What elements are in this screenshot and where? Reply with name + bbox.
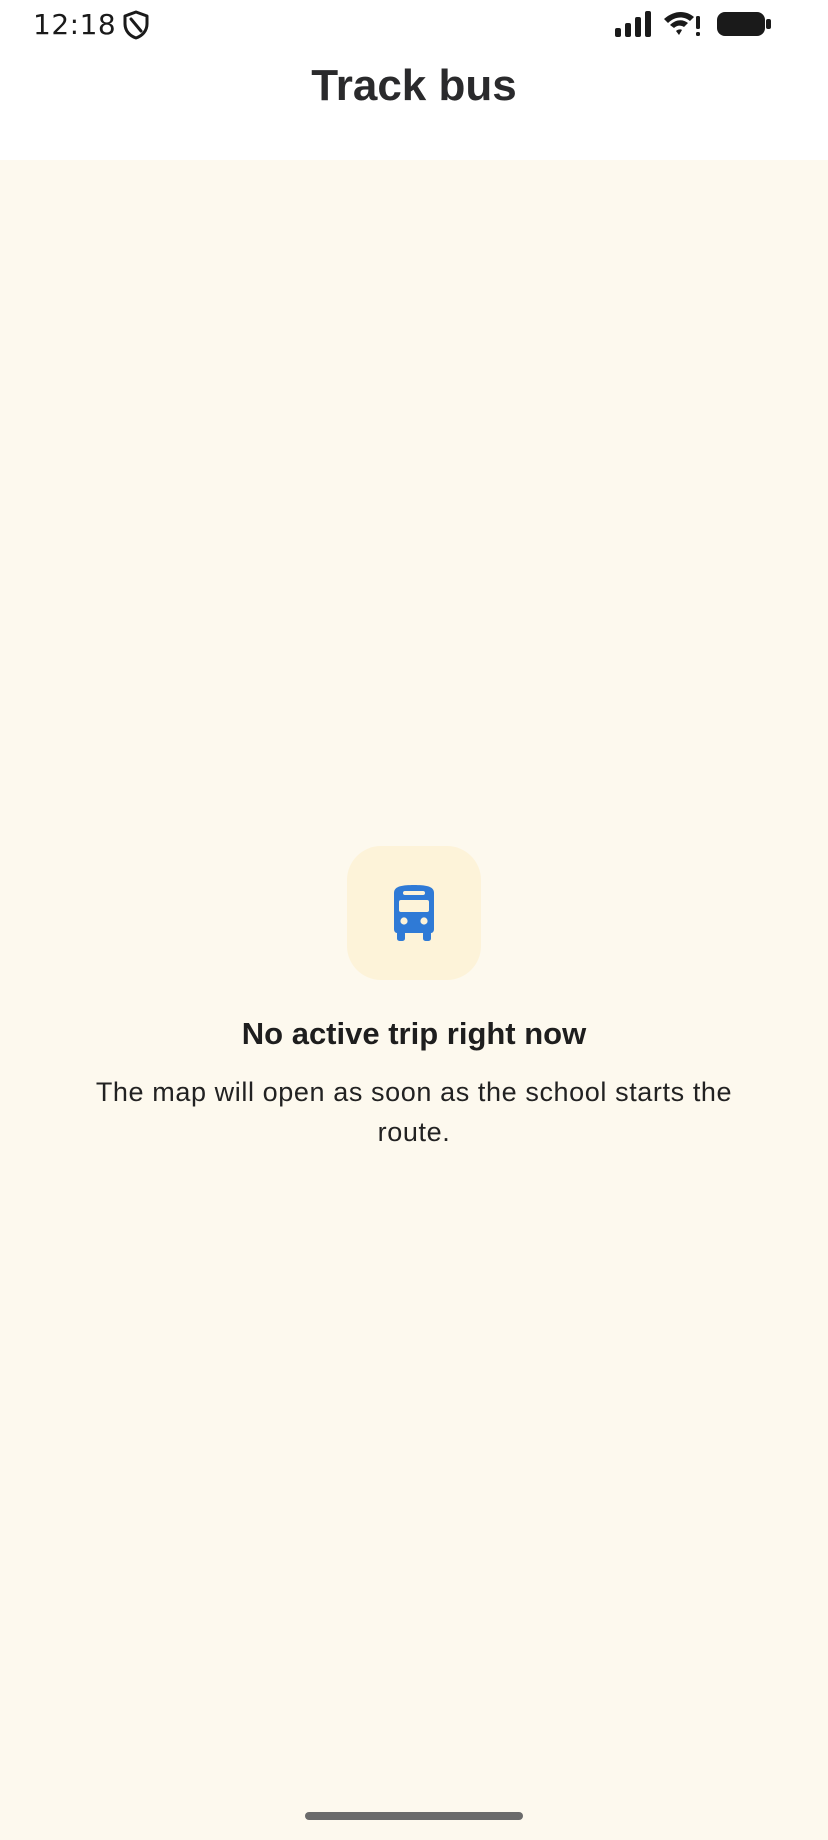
status-bar: 12:18 — [0, 0, 828, 48]
status-icons — [614, 10, 772, 38]
battery-icon — [716, 10, 772, 38]
home-indicator[interactable] — [305, 1812, 523, 1820]
empty-state-title: No active trip right now — [241, 1016, 587, 1051]
bus-icon-tile — [347, 846, 481, 980]
empty-state: No active trip right now The map will op… — [0, 846, 828, 1152]
app-bar: Track bus — [0, 48, 828, 160]
status-time: 12:18 — [33, 8, 117, 41]
shield-icon — [122, 10, 150, 40]
wifi-alert-icon — [662, 10, 702, 38]
main-content: No active trip right now The map will op… — [0, 160, 828, 1840]
signal-icon — [614, 10, 652, 38]
empty-state-description: The map will open as soon as the school … — [95, 1077, 733, 1147]
page-title: Track bus — [311, 61, 517, 111]
bus-icon — [394, 885, 434, 941]
